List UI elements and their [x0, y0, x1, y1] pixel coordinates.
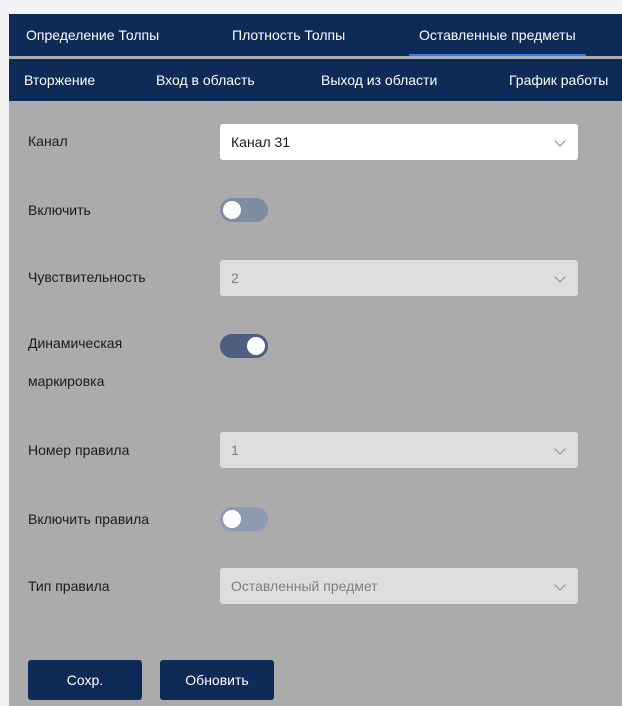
dynamic-marking-label-line2: маркировка [28, 373, 105, 389]
tab-bar-primary: Определение Толпы Плотность Толпы Оставл… [9, 14, 622, 56]
enable-toggle[interactable] [220, 198, 268, 222]
chevron-down-icon [554, 443, 566, 455]
tab-bar-secondary: Вторжение Вход в область Выход из област… [9, 59, 622, 101]
dynamic-marking-label-line1: Динамическая [28, 335, 123, 351]
tab-area-entry[interactable]: Вход в область [156, 59, 255, 101]
enable-rules-label: Включить правила [28, 511, 150, 527]
channel-label: Канал [28, 133, 68, 149]
rule-number-select[interactable]: 1 [220, 432, 578, 468]
rule-type-select[interactable]: Оставленный предмет [220, 568, 578, 604]
toggle-knob [223, 510, 241, 528]
tab-area-exit[interactable]: Выход из области [321, 59, 437, 101]
channel-select[interactable]: Канал 31 [220, 124, 578, 160]
leftover-items-settings-panel: Определение Толпы Плотность Толпы Оставл… [9, 14, 622, 706]
sensitivity-value: 2 [231, 270, 239, 286]
dynamic-marking-toggle[interactable] [220, 334, 268, 358]
chevron-down-icon [554, 135, 566, 147]
toggle-knob [223, 201, 241, 219]
save-button[interactable]: Сохр. [28, 660, 142, 700]
tab-schedule[interactable]: График работы [509, 59, 608, 101]
rule-number-value: 1 [231, 442, 239, 458]
sensitivity-label: Чувствительность [28, 269, 146, 285]
tab-crowd-detection[interactable]: Определение Толпы [26, 14, 159, 56]
rule-type-value: Оставленный предмет [231, 578, 378, 594]
chevron-down-icon [554, 271, 566, 283]
tab-crowd-density[interactable]: Плотность Толпы [232, 14, 345, 56]
toggle-knob [247, 337, 265, 355]
refresh-button[interactable]: Обновить [160, 660, 274, 700]
channel-value: Канал 31 [231, 134, 291, 150]
enable-label: Включить [28, 202, 91, 218]
tab-leftover-items[interactable]: Оставленные предметы [409, 14, 586, 56]
tab-intrusion[interactable]: Вторжение [24, 59, 95, 101]
chevron-down-icon [554, 579, 566, 591]
sensitivity-select[interactable]: 2 [220, 260, 578, 296]
rule-type-label: Тип правила [28, 578, 110, 594]
rule-number-label: Номер правила [28, 442, 130, 458]
enable-rules-toggle[interactable] [220, 507, 268, 531]
